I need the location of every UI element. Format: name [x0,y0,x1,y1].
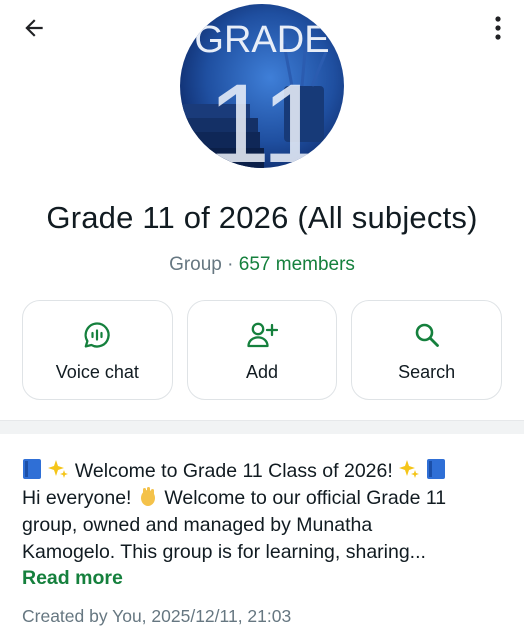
created-info: Created by You, 2025/12/11, 21:03 [22,606,292,626]
blue-book-icon [426,459,445,479]
group-meta: Group · 657 members [0,254,524,276]
search-button[interactable]: Search [351,300,503,400]
group-description[interactable]: Welcome to Grade 11 Class of 2026! Hi ev… [22,458,506,566]
search-icon [413,318,441,352]
voice-chat-button[interactable]: Voice chat [22,300,173,400]
group-type-label: Group [169,254,222,275]
group-name: Grade 11 of 2026 (All subjects) [46,200,478,235]
group-avatar[interactable]: GRADE 11 [180,4,344,168]
read-more-link[interactable]: Read more [22,567,123,590]
vertical-dots-icon [494,15,502,46]
meta-separator: · [227,254,234,275]
blue-book-icon [23,459,41,479]
description-line: Hi everyone! Welcome to our official Gra… [22,485,506,512]
add-label: Add [245,361,279,382]
sparkles-icon [399,460,420,478]
description-text-2a: Hi everyone! [22,487,132,509]
description-line: group, owned and managed by Munatha [22,514,373,536]
sparkles-icon [48,460,69,478]
more-options-button[interactable] [486,12,510,48]
action-buttons: Voice chat Add Search [22,300,503,400]
section-divider [0,420,524,434]
description-line: Kamogelo. This group is for learning, sh… [22,541,426,563]
voice-chat-label: Voice chat [55,361,139,382]
back-button[interactable] [14,12,54,48]
add-person-icon [246,318,278,352]
search-label: Search [398,361,456,382]
description-text-1: Welcome to Grade 11 Class of 2026! [74,460,393,482]
description-text-2b: Welcome to our official Grade 11 [164,487,447,509]
waving-hand-icon [140,487,155,506]
arrow-left-icon [21,15,47,46]
avatar-number: 11 [208,61,324,168]
add-button[interactable]: Add [186,300,338,400]
description-line: Welcome to Grade 11 Class of 2026! [22,458,506,485]
voice-chat-icon [82,318,112,352]
avatar-text: GRADE [194,19,329,61]
members-count-link[interactable]: 657 members [239,254,355,275]
